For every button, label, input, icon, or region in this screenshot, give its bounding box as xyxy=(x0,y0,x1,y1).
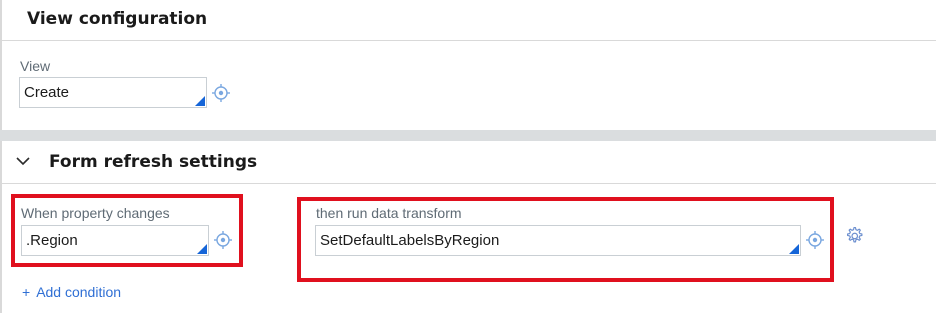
autocomplete-corner-icon xyxy=(789,244,799,254)
section-separator-band xyxy=(0,130,936,141)
view-input[interactable]: Create xyxy=(19,77,207,108)
data-transform-value: SetDefaultLabelsByRegion xyxy=(320,232,500,249)
view-configuration-title: View configuration xyxy=(27,9,208,29)
gear-icon[interactable] xyxy=(843,225,865,247)
view-input-value: Create xyxy=(24,84,70,101)
target-icon[interactable] xyxy=(213,230,233,250)
add-condition-label: Add condition xyxy=(36,284,122,300)
section-left-border xyxy=(0,141,2,313)
plus-icon: + xyxy=(22,284,31,300)
when-property-input[interactable]: .Region xyxy=(21,225,209,256)
section-divider xyxy=(0,183,936,184)
section-left-border xyxy=(0,0,2,130)
target-icon[interactable] xyxy=(805,230,825,250)
section-divider xyxy=(0,40,936,41)
when-property-label: When property changes xyxy=(21,205,170,221)
form-refresh-title[interactable]: Form refresh settings xyxy=(49,152,257,172)
chevron-down-icon[interactable] xyxy=(15,155,31,167)
autocomplete-corner-icon xyxy=(195,96,205,106)
autocomplete-corner-icon xyxy=(197,244,207,254)
add-condition-link[interactable]: + Add condition xyxy=(22,284,121,300)
form-refresh-section: Form refresh settings When property chan… xyxy=(0,141,936,313)
data-transform-label: then run data transform xyxy=(316,205,462,221)
when-property-value: .Region xyxy=(26,232,78,249)
target-icon[interactable] xyxy=(211,83,231,103)
view-field-label: View xyxy=(20,58,51,74)
data-transform-input[interactable]: SetDefaultLabelsByRegion xyxy=(315,225,801,256)
view-configuration-section: View configuration View Create xyxy=(0,0,936,130)
